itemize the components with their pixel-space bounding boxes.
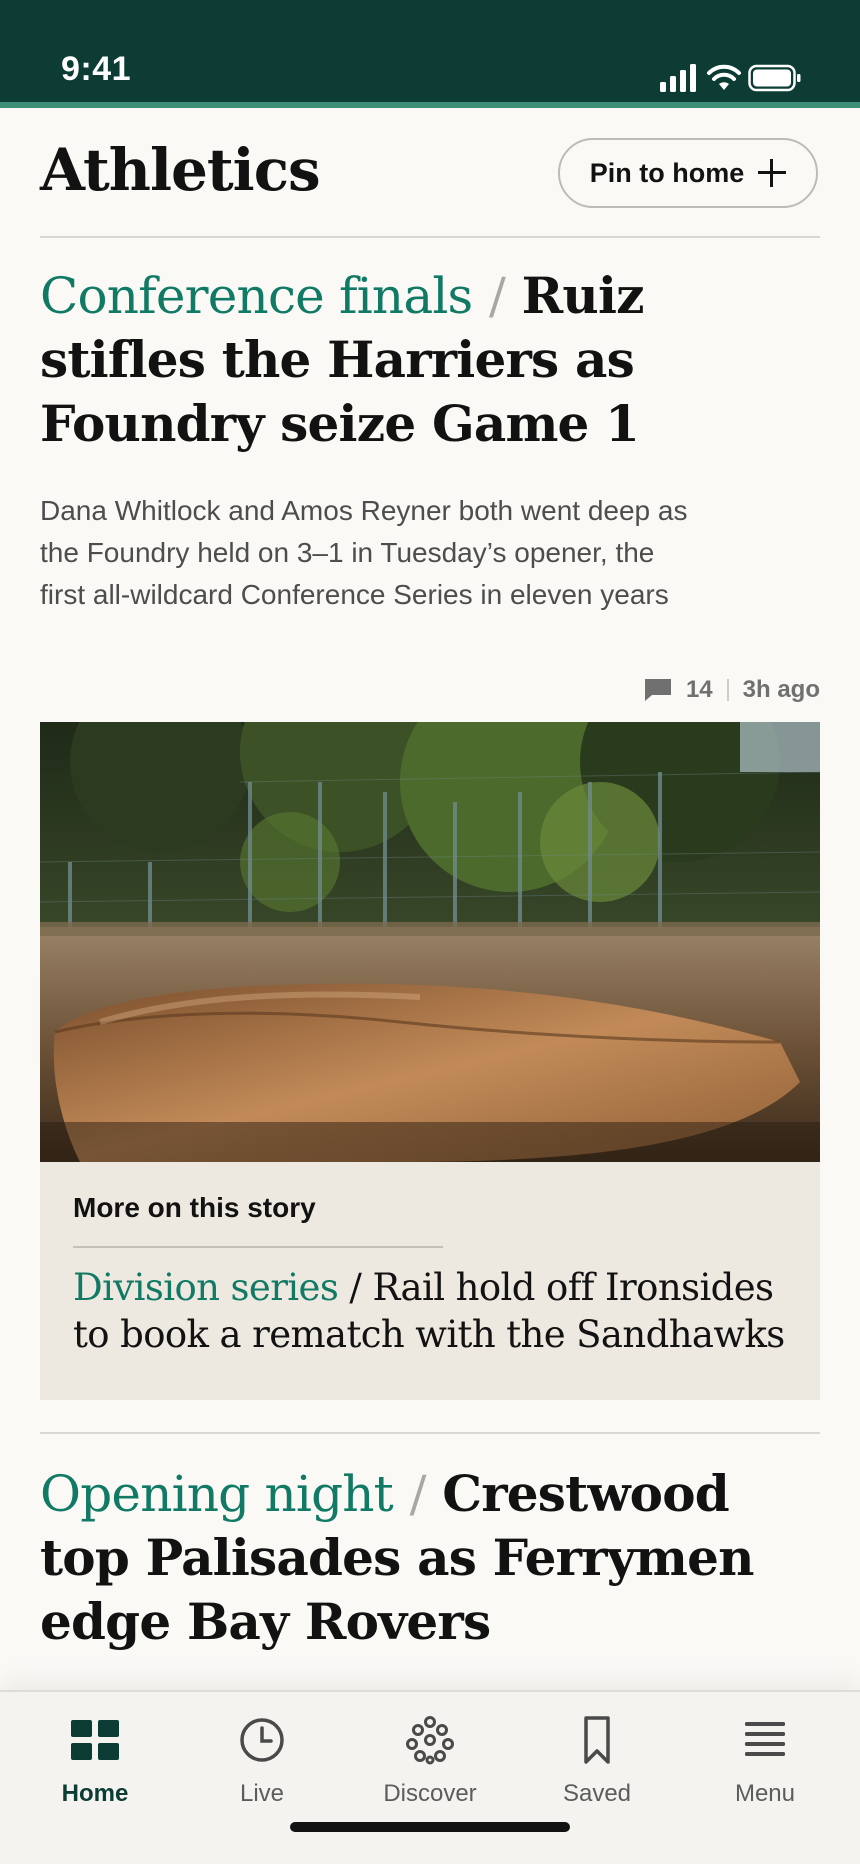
plus-icon [758,159,787,187]
tab-live-label: Live [239,1780,285,1807]
page-title: Athletics [40,136,321,204]
grid-icon [71,1720,119,1760]
comment-count[interactable]: 14 [686,676,713,704]
status-bar: 9:41 [0,0,860,108]
pin-to-home-button[interactable]: Pin to home [558,138,818,208]
related-story-separator: / [349,1266,362,1309]
baseball-base-photo [40,722,820,1162]
pin-button-label: Pin to home [589,157,745,188]
wifi-icon [707,64,741,90]
second-story-headline[interactable]: Opening night / Crestwood top Palisades … [40,1462,800,1654]
comment-icon [644,679,671,701]
second-story-kicker[interactable]: Opening night [40,1465,394,1523]
tab-menu[interactable]: Menu [690,1712,840,1808]
story-timestamp: 3h ago [742,676,820,703]
signal-icon [660,64,696,92]
bottom-tab-bar: Home Live Discover Saved Menu [0,1690,860,1864]
lead-story-image[interactable] [40,722,820,1162]
related-story-kicker[interactable]: Division series [73,1266,339,1309]
tab-home-label: Home [61,1780,129,1807]
more-on-story-rule [73,1246,443,1248]
tab-discover[interactable]: Discover [355,1712,505,1808]
lead-story-headline[interactable]: Conference finals / Ruiz stifles the Har… [40,264,800,456]
more-on-story-title: More on this story [73,1192,316,1223]
lead-story-standfirst: Dana Whitlock and Amos Reyner both went … [40,495,688,610]
header-divider [40,236,820,238]
tab-saved-label: Saved [562,1780,632,1807]
tab-menu-label: Menu [734,1780,796,1807]
tab-discover-label: Discover [383,1780,477,1807]
second-kicker-separator: / [409,1465,427,1523]
tab-live[interactable]: Live [187,1712,337,1808]
hamburger-icon [745,1722,785,1756]
clock-icon [240,1718,284,1762]
meta-divider [726,679,729,701]
lead-story-kicker[interactable]: Conference finals [40,267,473,325]
kicker-separator: / [489,267,506,325]
dots-flower-icon [406,1716,454,1765]
story-meta: 14 3h ago [644,674,820,706]
tab-home[interactable]: Home [20,1712,170,1808]
tab-saved[interactable]: Saved [522,1712,672,1808]
more-on-story-panel: More on this story Division series / Rai… [40,1162,820,1400]
bookmark-icon [584,1716,610,1764]
related-story-link[interactable]: Division series / Rail hold off Ironside… [73,1264,803,1358]
home-indicator[interactable] [290,1822,570,1832]
story-divider [40,1432,820,1434]
status-time: 9:41 [61,50,132,88]
battery-icon [748,64,801,92]
